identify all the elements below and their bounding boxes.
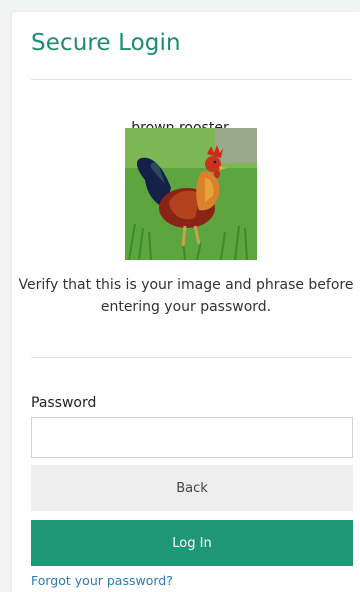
forgot-password-link[interactable]: Forgot your password? bbox=[31, 573, 173, 588]
back-button[interactable]: Back bbox=[31, 465, 353, 511]
login-card: Secure Login brown rooster bbox=[12, 12, 360, 592]
section-divider bbox=[31, 357, 352, 358]
password-label: Password bbox=[31, 395, 97, 411]
verify-message: Verify that this is your image and phras… bbox=[18, 277, 354, 315]
security-image bbox=[125, 128, 257, 260]
header-divider bbox=[31, 79, 352, 80]
password-field[interactable] bbox=[31, 417, 353, 458]
login-button[interactable]: Log In bbox=[31, 520, 353, 566]
page-title: Secure Login bbox=[31, 30, 181, 56]
rooster-image bbox=[125, 128, 257, 260]
